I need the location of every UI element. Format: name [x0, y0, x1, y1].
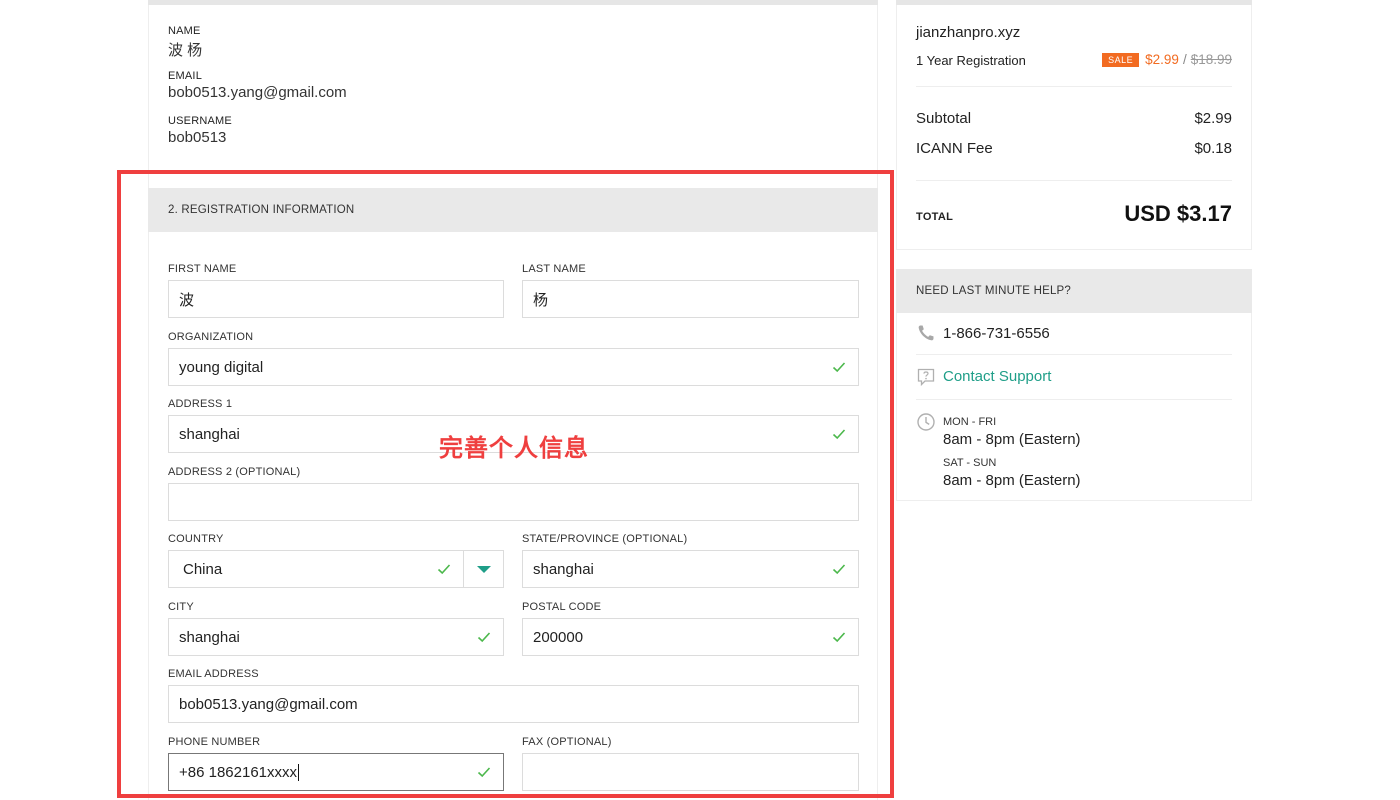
email-value: bob0513.yang@gmail.com — [168, 84, 347, 101]
weekday-hours: 8am - 8pm (Eastern) — [943, 431, 1081, 448]
username-label: USERNAME — [168, 115, 232, 127]
help-header: NEED LAST MINUTE HELP? — [896, 269, 1252, 313]
annotation-text: 完善个人信息 — [439, 434, 589, 462]
support-phone[interactable]: 1-866-731-6556 — [943, 325, 1050, 342]
check-icon — [477, 630, 491, 644]
state-label: STATE/PROVINCE (OPTIONAL) — [522, 533, 688, 545]
email-address-input[interactable]: bob0513.yang@gmail.com — [168, 685, 859, 723]
organization-label: ORGANIZATION — [168, 331, 254, 343]
phone-label: PHONE NUMBER — [168, 736, 261, 748]
name-label: NAME — [168, 25, 201, 37]
total-label: TOTAL — [916, 211, 954, 223]
fax-label: FAX (OPTIONAL) — [522, 736, 612, 748]
account-username: USERNAME bob0513 — [168, 115, 232, 146]
email-label: EMAIL — [168, 70, 203, 82]
chat-question-icon — [916, 367, 936, 387]
first-name-label: FIRST NAME — [168, 263, 237, 275]
account-email: EMAIL bob0513.yang@gmail.com — [168, 70, 347, 101]
dropdown-toggle[interactable] — [463, 551, 503, 587]
country-select[interactable]: China — [168, 550, 504, 588]
divider — [916, 86, 1232, 87]
check-icon — [477, 765, 491, 779]
address1-label: ADDRESS 1 — [168, 398, 233, 410]
check-icon — [437, 562, 451, 576]
text-cursor — [298, 763, 300, 781]
original-price: $18.99 — [1190, 52, 1232, 67]
address2-input[interactable] — [168, 483, 859, 521]
weekend-hours: 8am - 8pm (Eastern) — [943, 472, 1081, 489]
address1-value: shanghai — [179, 425, 240, 443]
postal-label: POSTAL CODE — [522, 601, 602, 613]
registration-section-header: 2. REGISTRATION INFORMATION — [148, 188, 878, 232]
check-icon — [832, 630, 846, 644]
card-top-bar — [148, 0, 878, 5]
fax-input[interactable] — [522, 753, 859, 791]
city-value: shanghai — [179, 628, 240, 646]
sale-badge: SALE — [1102, 52, 1140, 67]
sale-price: $2.99 — [1145, 52, 1179, 67]
checkout-form-card — [148, 0, 878, 800]
country-value: China — [183, 560, 223, 578]
phone-input[interactable]: +86 1862161xxxx — [168, 753, 504, 791]
state-input[interactable]: shanghai — [522, 550, 859, 588]
chevron-down-icon — [476, 565, 491, 573]
postal-input[interactable]: 200000 — [522, 618, 859, 656]
contact-support-link[interactable]: Contact Support — [943, 368, 1051, 385]
city-label: CITY — [168, 601, 194, 613]
name-value: 波 杨 — [168, 42, 203, 59]
price-separator: / — [1182, 52, 1187, 67]
last-name-input[interactable]: 杨 — [522, 280, 859, 318]
country-label: COUNTRY — [168, 533, 224, 545]
weekend-label: SAT - SUN — [943, 457, 997, 469]
first-name-input[interactable]: 波 — [168, 280, 504, 318]
icann-fee-value: $0.18 — [1194, 140, 1232, 157]
postal-value: 200000 — [533, 628, 584, 646]
organization-input[interactable]: young digital — [168, 348, 859, 386]
clock-icon — [916, 412, 936, 432]
divider — [916, 354, 1232, 355]
email-address-label: EMAIL ADDRESS — [168, 668, 259, 680]
account-name: NAME 波 杨 — [168, 25, 202, 60]
check-icon — [832, 427, 846, 441]
divider — [916, 180, 1232, 181]
phone-value: +86 1862161xxxx — [179, 763, 298, 781]
summary-top-bar — [896, 0, 1252, 5]
total-value: USD $3.17 — [1124, 201, 1232, 226]
divider — [916, 399, 1232, 400]
last-name-value: 杨 — [533, 291, 549, 309]
icann-fee-label: ICANN Fee — [916, 140, 993, 157]
username-value: bob0513 — [168, 129, 227, 146]
domain-name: jianzhanpro.xyz — [916, 24, 1021, 41]
first-name-value: 波 — [179, 291, 195, 309]
subtotal-label: Subtotal — [916, 110, 972, 127]
city-input[interactable]: shanghai — [168, 618, 504, 656]
address2-label: ADDRESS 2 (OPTIONAL) — [168, 466, 301, 478]
phone-icon — [916, 323, 936, 343]
registration-term: 1 Year Registration — [916, 53, 1026, 68]
weekday-label: MON - FRI — [943, 416, 997, 428]
subtotal-value: $2.99 — [1194, 110, 1232, 127]
last-name-label: LAST NAME — [522, 263, 586, 275]
check-icon — [832, 562, 846, 576]
state-value: shanghai — [533, 560, 594, 578]
organization-value: young digital — [179, 358, 264, 376]
check-icon — [832, 360, 846, 374]
price-row: SALE $2.99 / $18.99 — [1102, 52, 1232, 67]
email-address-value: bob0513.yang@gmail.com — [179, 695, 358, 713]
